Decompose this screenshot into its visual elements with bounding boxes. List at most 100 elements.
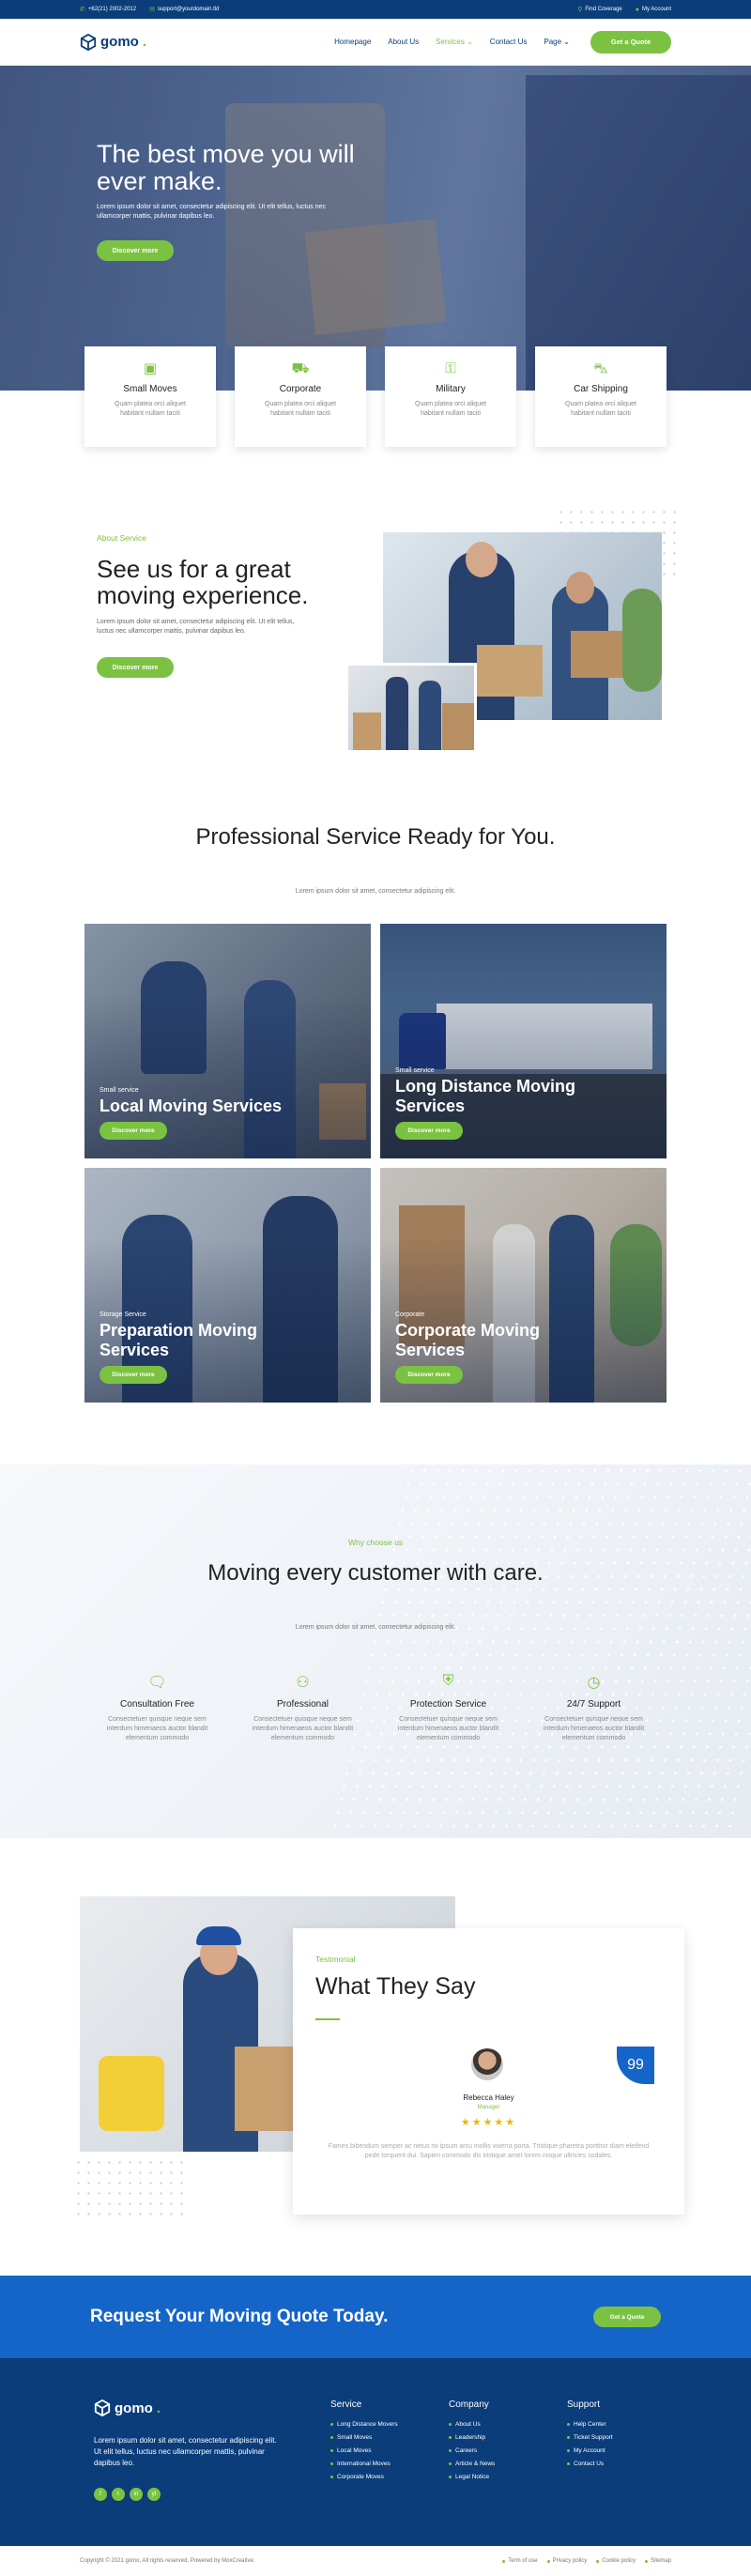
nav-item-services[interactable]: Services ⌄ [436, 38, 473, 46]
feature-card[interactable]: ⛍ Car Shipping Quam platea orci aliquet … [535, 346, 667, 447]
title-underline [315, 2018, 340, 2020]
testimonial-text: Fames bibendum semper ac netus mi ipsum … [328, 2143, 650, 2159]
footer-link[interactable]: Article & News [449, 2461, 495, 2467]
footer-col-company: Company About Us Leadership Careers Arti… [449, 2400, 495, 2487]
footer-link[interactable]: Careers [449, 2447, 495, 2454]
service-title: Corporate Moving Services [395, 1321, 541, 1359]
decor-dots [73, 2157, 184, 2223]
twitter-icon[interactable]: t [112, 2488, 125, 2501]
nav-item-about[interactable]: About Us [388, 38, 419, 46]
truck-icon: ⛟ [291, 360, 310, 376]
footer-link[interactable]: Ticket Support [567, 2434, 613, 2441]
phone-info[interactable]: ✆ +62(21) 2002-2012 [80, 6, 136, 13]
footer-link[interactable]: Help Center [567, 2421, 613, 2428]
feature-text: Quam platea orci aliquet habitant nullam… [115, 401, 186, 417]
service-kicker: Small service [395, 1067, 435, 1074]
feature-card[interactable]: ⛟ Corporate Quam platea orci aliquet hab… [235, 346, 366, 447]
network-icon: ⚇ [296, 1675, 310, 1691]
reviewer-name: Rebecca Haley [463, 2093, 514, 2102]
nav-item-page[interactable]: Page ⌄ [544, 38, 570, 46]
footer-link[interactable]: Small Moves [330, 2434, 398, 2441]
footer-col-title: Company [449, 2400, 489, 2410]
service-discover-button[interactable]: Discover more [100, 1122, 167, 1140]
service-card[interactable]: Small service Long Distance Moving Servi… [380, 924, 667, 1158]
footer-link[interactable]: My Account [567, 2447, 613, 2454]
get-quote-button[interactable]: Get a Quote [590, 30, 671, 54]
footer-link[interactable]: Local Moves [330, 2447, 398, 2454]
why-item-text: Consectetuer quisque neque sem interdum … [106, 1716, 208, 1741]
footer-link[interactable]: Corporate Moves [330, 2474, 398, 2480]
nav-item-page-label: Page [544, 38, 562, 46]
avatar [471, 2048, 503, 2080]
image-box [442, 703, 474, 750]
facebook-icon[interactable]: f [94, 2488, 107, 2501]
star-rating: ★★★★★ [460, 2117, 517, 2128]
why-item-title: 24/7 Support [566, 1699, 621, 1710]
cta-get-quote-button[interactable]: Get a Quote [593, 2307, 661, 2327]
hero-title: The best move you will ever make. [97, 140, 355, 195]
my-account-link[interactable]: ● My Account [636, 6, 671, 13]
youtube-icon[interactable]: yt [147, 2488, 161, 2501]
linkedin-icon[interactable]: in [130, 2488, 143, 2501]
feature-card[interactable]: ▣ Small Moves Quam platea orci aliquet h… [84, 346, 216, 447]
service-discover-button[interactable]: Discover more [100, 1366, 167, 1384]
footer-link[interactable]: Long Distance Movers [330, 2421, 398, 2428]
service-title: Long Distance Moving Services [395, 1077, 576, 1115]
location-icon: ⚲ [577, 7, 583, 13]
image-figure [466, 542, 498, 577]
why-item-text: Consectetuer quisque neque sem interdum … [543, 1716, 645, 1741]
legal-link[interactable]: Cookie policy [596, 2558, 636, 2564]
feature-text: Quam platea orci aliquet habitant nullam… [565, 401, 636, 417]
legal-link[interactable]: Sitemap [645, 2558, 671, 2564]
testimonial-tag: Testimonial [315, 1955, 356, 1964]
footer-col-service: Service Long Distance Movers Small Moves… [330, 2400, 398, 2487]
nav-item-contact[interactable]: Contact Us [490, 38, 528, 46]
image-figure [566, 572, 594, 604]
footer-link[interactable]: Leadership [449, 2434, 495, 2441]
service-card[interactable]: Corporate Corporate Moving Services Disc… [380, 1168, 667, 1403]
logo-dot: . [142, 34, 146, 50]
services-grid: Small service Local Moving Services Disc… [84, 924, 667, 1403]
my-account-label: My Account [641, 7, 671, 12]
services-title: Professional Service Ready for You. [195, 824, 556, 850]
nav-item-services-label: Services [436, 38, 465, 46]
footer-link[interactable]: International Moves [330, 2461, 398, 2467]
phone-icon: ✆ [80, 7, 85, 13]
image-figure [419, 681, 441, 750]
image-figure [386, 677, 408, 750]
feature-title: Corporate [279, 384, 322, 394]
feature-text: Quam platea orci aliquet habitant nullam… [265, 401, 336, 417]
service-kicker: Small service [100, 1087, 139, 1094]
logo[interactable]: gomo. [80, 33, 146, 51]
footer-link[interactable]: Legal Notice [449, 2474, 495, 2480]
decor-dots [326, 1464, 751, 1838]
footer: gomo. Lorem ipsum dolor sit amet, consec… [0, 2358, 751, 2576]
feature-text: Quam platea orci aliquet habitant nullam… [415, 401, 486, 417]
service-discover-button[interactable]: Discover more [395, 1122, 463, 1140]
feature-card[interactable]: ⚿ Military Quam platea orci aliquet habi… [385, 346, 516, 447]
key-icon: ⚿ [445, 360, 456, 376]
hero-text: Lorem ipsum dolor sit amet, consectetur … [97, 204, 326, 220]
nav-item-homepage[interactable]: Homepage [334, 38, 371, 46]
service-card[interactable]: Small service Local Moving Services Disc… [84, 924, 371, 1158]
footer-col-title: Support [567, 2400, 601, 2410]
legal-link[interactable]: Privacy policy [547, 2558, 588, 2564]
about-discover-button[interactable]: Discover more [97, 657, 174, 678]
email-info[interactable]: ✉ support@yourdomain.tld [149, 6, 219, 13]
footer-link[interactable]: About Us [449, 2421, 495, 2428]
testimonial-card: Testimonial What They Say 99 Rebecca Hal… [293, 1928, 684, 2215]
service-title: Local Moving Services [100, 1096, 283, 1115]
service-card[interactable]: Storage Service Preparation Moving Servi… [84, 1168, 371, 1403]
top-bar: ✆ +62(21) 2002-2012 ✉ support@yourdomain.t… [0, 0, 751, 19]
service-discover-button[interactable]: Discover more [395, 1366, 463, 1384]
find-coverage-label: Find Coverage [585, 7, 622, 12]
why-item-title: Consultation Free [120, 1699, 194, 1710]
footer-logo[interactable]: gomo. [94, 2400, 161, 2416]
footer-col-title: Service [330, 2400, 362, 2410]
footer-link[interactable]: Contact Us [567, 2461, 613, 2467]
logo-cube-icon [80, 33, 97, 51]
find-coverage-link[interactable]: ⚲ Find Coverage [577, 6, 622, 13]
legal-link[interactable]: Term of use [502, 2558, 537, 2564]
hero-discover-button[interactable]: Discover more [97, 240, 174, 261]
why-item: ⚇ Professional Consectetuer quisque nequ… [230, 1673, 376, 1743]
